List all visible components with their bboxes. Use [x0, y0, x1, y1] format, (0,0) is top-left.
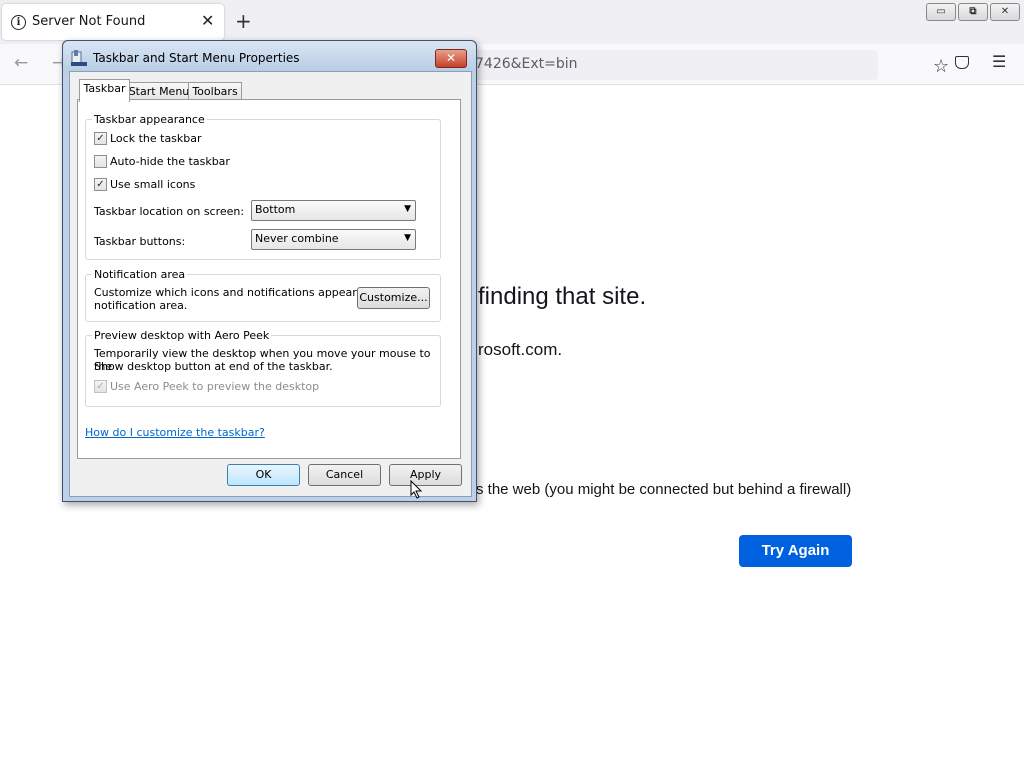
try-again-button[interactable]: Try Again: [739, 535, 852, 567]
ok-button[interactable]: OK: [227, 464, 300, 486]
taskbar-properties-dialog: Taskbar and Start Menu Properties ✕ Task…: [62, 40, 477, 502]
apply-button[interactable]: Apply: [389, 464, 462, 486]
window-close-button[interactable]: ✕: [990, 3, 1020, 21]
taskbar-app-icon: [71, 50, 87, 66]
customize-button[interactable]: Customize...: [357, 287, 430, 309]
location-value: Bottom: [255, 203, 296, 216]
notification-area-group: Notification area Customize which icons …: [85, 268, 441, 322]
dialog-close-button[interactable]: ✕: [435, 49, 467, 68]
dialog-titlebar[interactable]: Taskbar and Start Menu Properties ✕: [63, 41, 476, 73]
tab-title: Server Not Found: [32, 14, 146, 29]
help-link[interactable]: How do I customize the taskbar?: [85, 426, 265, 439]
info-icon: i: [11, 15, 26, 30]
lock-taskbar-label: Lock the taskbar: [110, 132, 202, 145]
small-icons-checkbox[interactable]: ✓: [94, 178, 107, 191]
auto-hide-label: Auto-hide the taskbar: [110, 155, 230, 168]
aero-peek-label: Use Aero Peek to preview the desktop: [110, 380, 320, 393]
taskbar-location-dropdown[interactable]: Bottom ▼: [251, 200, 416, 221]
tab-close-icon[interactable]: ✕: [201, 11, 214, 30]
window-restore-button[interactable]: ⧉: [958, 3, 988, 21]
url-text: 7426&Ext=bin: [475, 56, 578, 72]
back-arrow-icon[interactable]: ←: [14, 53, 28, 73]
dialog-body: Taskbar Start Menu Toolbars Taskbar appe…: [69, 71, 472, 497]
taskbar-buttons-label: Taskbar buttons:: [94, 235, 186, 248]
location-label: Taskbar location on screen:: [94, 205, 245, 218]
error-suggestion: s the web (you might be connected but be…: [476, 481, 852, 498]
auto-hide-checkbox[interactable]: [94, 155, 107, 168]
aero-peek-checkbox[interactable]: ✓: [94, 380, 107, 393]
group-title-appearance: Taskbar appearance: [92, 113, 207, 126]
browser-tab-strip: i Server Not Found ✕ + ▭ ⧉ ✕: [0, 0, 1024, 44]
mouse-pointer-icon: [410, 480, 423, 499]
new-tab-button[interactable]: +: [235, 9, 252, 33]
star-icon[interactable]: ☆: [933, 56, 949, 77]
chevron-down-icon: ▼: [404, 233, 411, 243]
taskbar-appearance-group: Taskbar appearance ✓ Lock the taskbar Au…: [85, 113, 441, 260]
chevron-down-icon: ▼: [404, 204, 411, 214]
cancel-button[interactable]: Cancel: [308, 464, 381, 486]
taskbar-tab-panel: Taskbar appearance ✓ Lock the taskbar Au…: [77, 99, 461, 459]
taskbar-buttons-dropdown[interactable]: Never combine ▼: [251, 229, 416, 250]
lock-taskbar-checkbox[interactable]: ✓: [94, 132, 107, 145]
aero-peek-group: Preview desktop with Aero Peek Temporari…: [85, 329, 441, 407]
small-icons-label: Use small icons: [110, 178, 196, 191]
notification-desc-line1: Customize which icons and notifications …: [94, 286, 392, 299]
dialog-title: Taskbar and Start Menu Properties: [93, 51, 300, 65]
error-heading: finding that site.: [478, 283, 647, 310]
notification-desc-line2: notification area.: [94, 299, 188, 312]
aero-peek-desc-line2: Show desktop button at end of the taskba…: [94, 360, 333, 373]
error-description: rosoft.com.: [478, 340, 563, 359]
browser-tab[interactable]: i Server Not Found ✕: [2, 4, 224, 40]
tab-taskbar[interactable]: Taskbar: [79, 79, 130, 102]
window-minimize-button[interactable]: ▭: [926, 3, 956, 21]
group-title-notification: Notification area: [92, 268, 188, 281]
taskbar-buttons-value: Never combine: [255, 232, 339, 245]
group-title-aero-peek: Preview desktop with Aero Peek: [92, 329, 272, 342]
pocket-icon[interactable]: [955, 56, 969, 69]
hamburger-menu-icon[interactable]: ☰: [992, 52, 1006, 71]
